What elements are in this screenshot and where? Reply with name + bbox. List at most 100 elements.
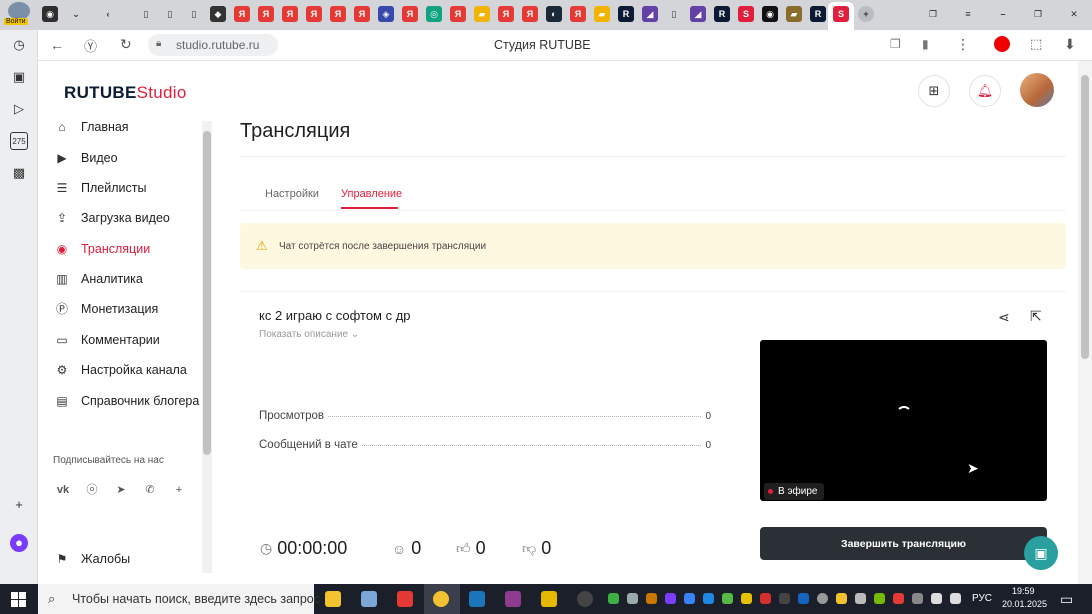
tab-rutube-icon[interactable]: R <box>714 6 730 22</box>
clock-date[interactable]: 20.01.2025 <box>1002 599 1047 609</box>
volume-icon[interactable] <box>950 593 961 604</box>
close-icon[interactable]: ✕ <box>1066 6 1082 22</box>
tab-manager-icon[interactable]: ❐ <box>925 6 941 22</box>
extensions-icon[interactable]: ⬚ <box>1030 36 1042 52</box>
login-label[interactable]: Войти <box>4 18 28 25</box>
show-description-link[interactable]: Показать описание ⌄ <box>259 329 359 340</box>
back-icon[interactable]: ← <box>50 37 64 53</box>
tab-twitch-icon[interactable]: ◢ <box>690 6 706 22</box>
tray-icon[interactable] <box>798 593 809 604</box>
tab-rutube-icon[interactable]: R <box>618 6 634 22</box>
tab-settings[interactable]: Настройки <box>265 188 319 200</box>
tray-icon[interactable] <box>722 593 733 604</box>
tab-figma-icon[interactable]: ▯ <box>186 6 202 22</box>
tab-yandex-icon[interactable]: Я <box>330 6 346 22</box>
new-tab-icon[interactable]: + <box>858 6 874 22</box>
collections-icon[interactable]: ▣ <box>10 68 28 86</box>
avatar[interactable] <box>1020 73 1054 107</box>
tray-icon[interactable] <box>608 593 619 604</box>
share-icon[interactable]: ⋖ <box>998 309 1010 326</box>
tab-studio-icon[interactable]: S <box>738 6 754 22</box>
tab-file-icon[interactable]: ▯ <box>666 6 682 22</box>
obs-icon[interactable] <box>577 591 593 607</box>
sidebar-item-home[interactable]: ⌂ Главная <box>54 116 128 138</box>
tab-github-icon[interactable]: ◉ <box>762 6 778 22</box>
tab-folder-icon[interactable]: ▰ <box>594 6 610 22</box>
tab-yandex-icon[interactable]: Я <box>234 6 250 22</box>
plus-icon[interactable]: + <box>168 479 190 501</box>
tray-icon[interactable] <box>627 593 638 604</box>
taskbar-search-placeholder[interactable]: Чтобы начать поиск, введите здесь запрос <box>72 592 320 606</box>
sidebar-item-blogger-guide[interactable]: ▤ Справочник блогера <box>54 390 199 412</box>
rutube-studio-logo[interactable]: RUTUBEStudio <box>64 83 187 103</box>
badge-icon[interactable]: 275 <box>10 132 28 150</box>
tab-steam-icon[interactable]: ◐ <box>546 6 562 22</box>
tab-chatgpt-icon[interactable]: ◎ <box>426 6 442 22</box>
telegram-icon[interactable]: ➤ <box>110 479 132 501</box>
tab-yandex-icon[interactable]: Я <box>282 6 298 22</box>
camera-icon[interactable]: ▩ <box>10 164 28 182</box>
add-video-button[interactable]: ⊞ <box>918 75 950 107</box>
wifi-icon[interactable] <box>931 593 942 604</box>
notepad-icon[interactable] <box>361 591 377 607</box>
tab-management[interactable]: Управление <box>341 188 402 200</box>
tray-icon[interactable] <box>646 593 657 604</box>
tab-folder-icon[interactable]: ▰ <box>474 6 490 22</box>
yandex-icon[interactable] <box>433 591 449 607</box>
language-indicator[interactable]: РУС <box>972 593 992 604</box>
notifications-button[interactable]: 🔔︎ <box>969 75 1001 107</box>
support-chat-button[interactable]: ▣ <box>1024 536 1058 570</box>
tab-yandex-icon[interactable]: Я <box>570 6 586 22</box>
tab-file-icon[interactable]: ▯ <box>138 6 154 22</box>
tab-studio-icon[interactable]: S <box>833 6 849 22</box>
tray-icon[interactable] <box>912 593 923 604</box>
opera-icon[interactable] <box>994 36 1010 52</box>
bluetooth-icon[interactable] <box>703 593 714 604</box>
chevron-down-icon[interactable]: ⌄ <box>68 6 84 22</box>
globe-icon[interactable] <box>817 593 828 604</box>
tray-icon[interactable] <box>684 593 695 604</box>
page-scroll-thumb[interactable] <box>1081 75 1089 359</box>
tab-shield-icon[interactable]: ◈ <box>378 6 394 22</box>
alice-icon[interactable]: ● <box>10 534 28 552</box>
sidebar-item-monetization[interactable]: Ⓟ Монетизация <box>54 298 158 320</box>
sidebar-item-playlists[interactable]: ☰ Плейлисты <box>54 177 147 199</box>
tab-yandex-icon[interactable]: ◆ <box>210 6 226 22</box>
tray-icon[interactable] <box>836 593 847 604</box>
viber-icon[interactable]: ✆ <box>139 479 161 501</box>
clock-time[interactable]: 19:59 <box>1012 586 1035 596</box>
sidebar-item-comments[interactable]: ▭ Комментарии <box>54 329 159 351</box>
sidebar-item-channel-settings[interactable]: ⚙ Настройка канала <box>54 359 187 381</box>
end-stream-button[interactable]: Завершить трансляцию <box>760 527 1047 560</box>
sidebar-item-broadcasts[interactable]: ◉ Трансляции <box>54 238 150 260</box>
add-icon[interactable]: + <box>10 496 28 514</box>
tab-back-icon[interactable]: ‹ <box>100 6 116 22</box>
tab-folder-icon[interactable]: ▰ <box>786 6 802 22</box>
play-icon[interactable]: ▷ <box>10 100 28 118</box>
nvidia-icon[interactable] <box>874 593 885 604</box>
tab-yandex-icon[interactable]: Я <box>402 6 418 22</box>
winrar-icon[interactable] <box>505 591 521 607</box>
sidebar-scroll-thumb[interactable] <box>203 131 211 455</box>
app-icon[interactable] <box>541 591 557 607</box>
tray-icon[interactable] <box>665 593 676 604</box>
vk-icon[interactable]: vk <box>52 479 74 501</box>
tabs-count-icon[interactable]: ❐ <box>890 37 901 51</box>
sidebar-item-analytics[interactable]: ▥ Аналитика <box>54 268 143 290</box>
download-icon[interactable]: ⬇ <box>1064 36 1076 53</box>
bookmark-icon[interactable]: ▮ <box>922 37 929 51</box>
more-icon[interactable]: ⋮ <box>956 36 970 53</box>
tab-yandex-icon[interactable]: Я <box>354 6 370 22</box>
explorer-icon[interactable] <box>325 591 341 607</box>
external-link-icon[interactable]: ⇱ <box>1030 308 1042 325</box>
history-icon[interactable]: ◷ <box>10 36 28 54</box>
ok-icon[interactable]: ⓞ <box>81 479 103 501</box>
tab-yandex-icon[interactable]: Я <box>498 6 514 22</box>
tab-yandex-icon[interactable]: Я <box>450 6 466 22</box>
microphone-icon[interactable] <box>855 593 866 604</box>
yandex-icon[interactable]: Ⓨ <box>84 36 97 55</box>
minimize-icon[interactable]: – <box>995 6 1011 22</box>
windows-start-icon[interactable] <box>11 592 26 607</box>
menu-icon[interactable]: ≡ <box>960 6 976 22</box>
tray-icon[interactable] <box>779 593 790 604</box>
